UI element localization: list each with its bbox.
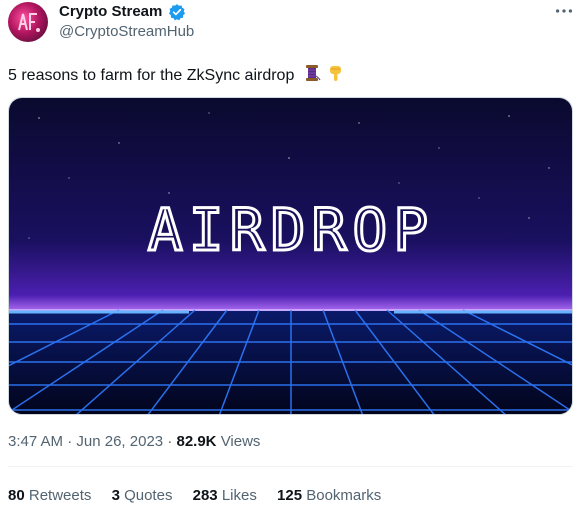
quotes-stat[interactable]: 3 Quotes — [112, 487, 173, 504]
meta-separator: · — [67, 433, 73, 450]
bookmarks-label: Bookmarks — [306, 487, 382, 504]
bookmarks-stat[interactable]: 125 Bookmarks — [277, 487, 381, 504]
likes-stat[interactable]: 283 Likes — [193, 487, 257, 504]
likes-label: Likes — [221, 487, 257, 504]
tweet-media-image[interactable]: AIRDROP — [8, 97, 573, 415]
retweets-count: 80 — [8, 487, 25, 504]
more-options-icon[interactable] — [553, 0, 575, 22]
meta-separator: · — [167, 433, 173, 450]
avatar-image — [18, 13, 40, 32]
tweet-meta: 3:47 AM · Jun 26, 2023 · 82.9K Views — [8, 433, 260, 450]
quotes-label: Quotes — [124, 487, 173, 504]
author-handle[interactable]: @CryptoStreamHub — [59, 23, 194, 40]
retweets-stat[interactable]: 80 Retweets — [8, 487, 91, 504]
tweet-time[interactable]: 3:47 AM — [8, 433, 63, 450]
spool-of-thread-icon — [303, 64, 321, 88]
verified-badge-icon — [168, 4, 186, 21]
tweet-date[interactable]: Jun 26, 2023 — [76, 433, 163, 450]
views-label: Views — [220, 433, 261, 450]
bookmarks-count: 125 — [277, 487, 303, 504]
quotes-count: 3 — [111, 487, 120, 504]
avatar[interactable] — [8, 2, 48, 42]
banner-headline: AIRDROP — [148, 196, 434, 264]
tweet-text-content: 5 reasons to farm for the ZkSync airdrop — [8, 67, 295, 85]
tweet-text: 5 reasons to farm for the ZkSync airdrop — [8, 64, 345, 88]
retweets-label: Retweets — [28, 487, 92, 504]
author-display-name[interactable]: Crypto Stream — [59, 3, 162, 20]
divider — [8, 466, 573, 467]
views-count: 82.9K — [176, 433, 217, 450]
tweet-stats: 80 Retweets 3 Quotes 283 Likes 125 Bookm… — [8, 487, 397, 504]
airdrop-banner: AIRDROP — [9, 98, 572, 414]
likes-count: 283 — [192, 487, 218, 504]
backhand-index-pointing-down-icon — [327, 64, 345, 88]
